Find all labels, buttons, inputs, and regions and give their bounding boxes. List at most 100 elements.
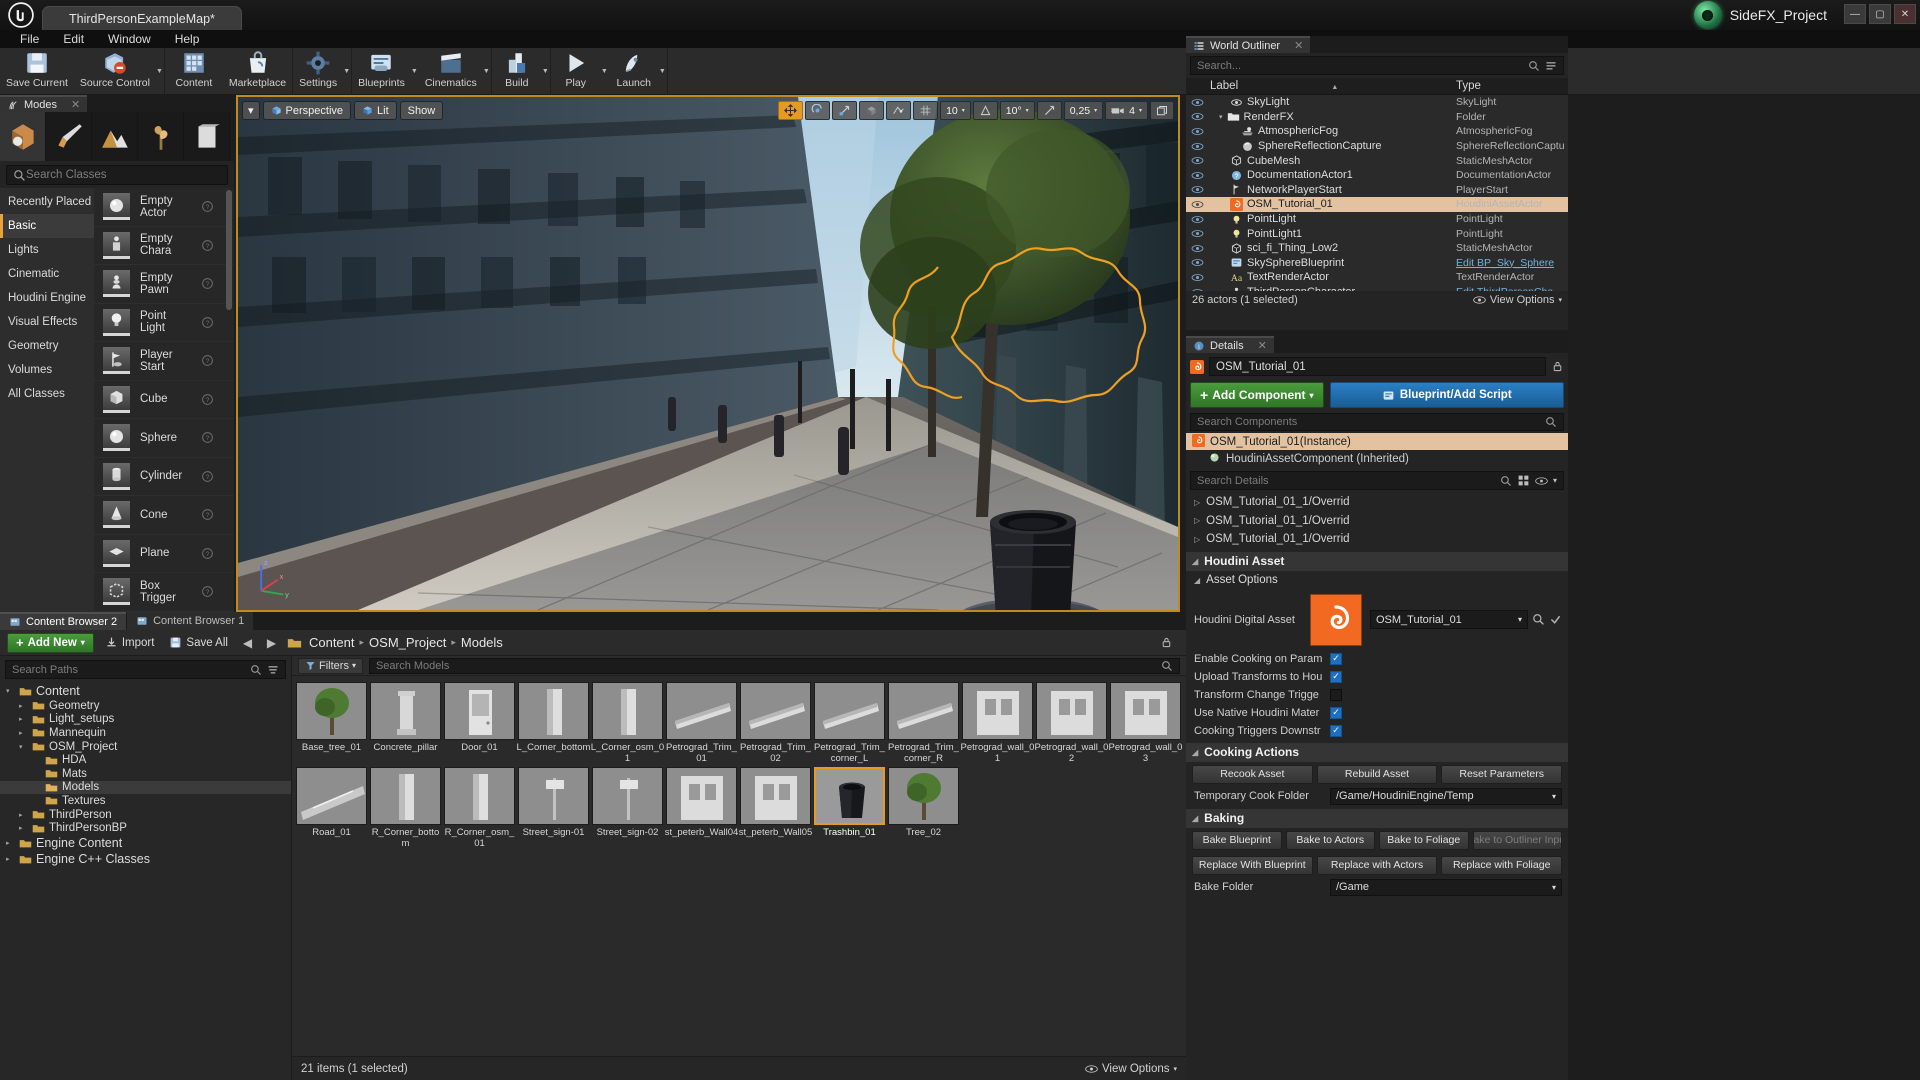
blueprint-add-script-button[interactable]: Blueprint/Add Script: [1329, 382, 1564, 408]
placeable-item[interactable]: Cone?: [94, 496, 234, 535]
add-component-button[interactable]: + Add Component ▾: [1190, 382, 1324, 408]
cooking-actions-section-header[interactable]: ◢ Cooking Actions: [1186, 742, 1568, 762]
save-all-button[interactable]: Save All: [165, 636, 232, 649]
outliner-search-input[interactable]: [1190, 56, 1564, 75]
modes-category-volumes[interactable]: Volumes: [0, 358, 94, 382]
foliage-mode-icon[interactable]: [138, 112, 184, 161]
help-ic[interactable]: ?: [201, 354, 214, 367]
placeable-item[interactable]: Plane?: [94, 535, 234, 573]
asset-option-checkbox[interactable]: [1330, 688, 1342, 701]
button-bake-to-outliner-input[interactable]: Bake to Outliner Input: [1472, 830, 1562, 850]
lock-icon[interactable]: [1160, 636, 1173, 649]
browse-icon[interactable]: [1532, 613, 1545, 626]
asset-thumbnail[interactable]: [888, 767, 959, 825]
modes-category-basic[interactable]: Basic: [0, 214, 94, 238]
expander-triangle-icon[interactable]: ▷: [1194, 535, 1200, 544]
modes-category-recently-placed[interactable]: Recently Placed: [0, 190, 94, 214]
override-row[interactable]: ▷ OSM_Tutorial_01_1/Overrid: [1186, 530, 1568, 549]
path-filter-icon[interactable]: [267, 664, 279, 676]
viewport-show-menu[interactable]: Show: [399, 101, 444, 120]
help-ic[interactable]: ?: [201, 200, 214, 213]
rotate-gizmo-icon[interactable]: [805, 101, 831, 120]
asset-cell[interactable]: Door_01: [444, 682, 515, 764]
geometry-edit-mode-icon[interactable]: [184, 112, 230, 161]
help-ic[interactable]: ?: [201, 316, 214, 329]
asset-cell[interactable]: Base_tree_01: [296, 682, 367, 764]
search-assets-field[interactable]: [375, 659, 1161, 672]
paint-mode-icon[interactable]: [46, 112, 92, 161]
eye-icon[interactable]: [1186, 111, 1208, 122]
expander-triangle-icon[interactable]: ▾: [19, 743, 28, 751]
hda-combo-box[interactable]: OSM_Tutorial_01 ▾: [1370, 610, 1528, 629]
asset-cell[interactable]: Trashbin_01: [814, 767, 885, 849]
outliner-search-field[interactable]: [1197, 59, 1528, 72]
world-space-icon[interactable]: [859, 101, 885, 120]
menu-item-window[interactable]: Window: [96, 30, 163, 48]
placeable-scrollbar[interactable]: [226, 190, 232, 310]
chevron-down-icon[interactable]: ▼: [156, 68, 163, 75]
asset-cell[interactable]: Road_01: [296, 767, 367, 849]
camera-speed-value[interactable]: 4 ▾: [1105, 101, 1148, 120]
placeable-item[interactable]: Empty Chara?: [94, 227, 234, 265]
chevron-down-icon[interactable]: ▼: [659, 68, 666, 75]
toolbar-button-content[interactable]: Content: [165, 48, 223, 95]
asset-cell[interactable]: Petrograd_Trim_corner_L: [814, 682, 885, 764]
nav-back-button[interactable]: ◀: [239, 634, 256, 651]
help-ic[interactable]: ?: [201, 585, 214, 598]
baking-section-header[interactable]: ◢ Baking: [1186, 808, 1568, 828]
asset-cell[interactable]: Petrograd_Trim_01: [666, 682, 737, 764]
asset-option-checkbox[interactable]: [1330, 652, 1342, 665]
asset-cell[interactable]: Petrograd_wall_01: [961, 682, 1034, 764]
outliner-row-type[interactable]: Edit BP_Sky_Sphere: [1456, 257, 1568, 269]
path-tree-node[interactable]: ▸ Light_setups: [0, 713, 291, 727]
help-ic[interactable]: ?: [201, 547, 214, 560]
close-button[interactable]: ✕: [1894, 4, 1916, 24]
eye-icon[interactable]: [1186, 184, 1208, 195]
surface-snap-icon[interactable]: [886, 101, 912, 120]
path-tree-node[interactable]: Textures: [0, 794, 291, 808]
outliner-row[interactable]: OSM_Tutorial_01 HoudiniAssetActor: [1186, 197, 1568, 212]
chevron-down-icon[interactable]: ▼: [601, 68, 608, 75]
asset-thumbnail[interactable]: [666, 767, 737, 825]
search-classes-field[interactable]: [26, 169, 221, 181]
outliner-view-options[interactable]: View Options ▾: [1473, 294, 1562, 306]
expander-triangle-icon[interactable]: ▸: [6, 855, 15, 863]
placeable-item[interactable]: Cube?: [94, 381, 234, 419]
asset-thumbnail[interactable]: [666, 682, 737, 740]
placeable-item[interactable]: Player Start?: [94, 342, 234, 381]
asset-thumbnail[interactable]: [592, 682, 663, 740]
asset-thumbnail[interactable]: [518, 767, 589, 825]
button-replace-with-blueprint[interactable]: Replace With Blueprint: [1192, 855, 1313, 875]
expander-triangle-icon[interactable]: ▷: [1194, 498, 1200, 507]
asset-cell[interactable]: Petrograd_Trim_corner_R: [888, 682, 959, 764]
expander-triangle-icon[interactable]: ▸: [19, 824, 28, 832]
search-classes-input[interactable]: [6, 165, 228, 185]
path-tree-node[interactable]: ▸ Engine C++ Classes: [0, 851, 291, 867]
tab-world-outliner[interactable]: World Outliner ✕: [1186, 36, 1311, 53]
asset-cell[interactable]: L_Corner_osm_01: [591, 682, 664, 764]
button-recook-asset[interactable]: Recook Asset: [1192, 764, 1313, 784]
level-viewport[interactable]: ▾ Perspective Lit Show 10 ▾ 10° ▾ 0,25 ▾…: [236, 95, 1180, 612]
close-icon[interactable]: ✕: [71, 98, 80, 111]
outliner-row[interactable]: SkySphereBlueprint Edit BP_Sky_Sphere: [1186, 256, 1568, 271]
button-replace-with-actors[interactable]: Replace with Actors: [1316, 855, 1438, 875]
search-assets-input[interactable]: [368, 657, 1180, 674]
outliner-row[interactable]: ? DocumentationActor1 DocumentationActor: [1186, 168, 1568, 183]
breadcrumb-item-content[interactable]: Content: [309, 635, 355, 650]
menu-item-help[interactable]: Help: [163, 30, 212, 48]
rotation-snap-value[interactable]: 10° ▾: [999, 101, 1035, 120]
asset-cell[interactable]: st_peterb_Wall04: [665, 767, 738, 849]
filters-button[interactable]: Filters ▾: [298, 657, 363, 674]
asset-cell[interactable]: Petrograd_wall_02: [1035, 682, 1108, 764]
place-mode-icon[interactable]: [0, 112, 46, 161]
tab-details[interactable]: i Details ✕: [1186, 336, 1274, 353]
placeable-item[interactable]: Empty Pawn?: [94, 265, 234, 304]
path-tree-node[interactable]: ▸ Engine Content: [0, 835, 291, 851]
outliner-row[interactable]: AtmosphericFog AtmosphericFog: [1186, 124, 1568, 139]
component-row[interactable]: HoudiniAssetComponent (Inherited): [1186, 450, 1568, 467]
toolbar-button-build[interactable]: Build ▼: [492, 48, 550, 95]
help-ic[interactable]: ?: [201, 431, 214, 444]
asset-thumbnail[interactable]: [444, 682, 515, 740]
asset-thumbnail[interactable]: [1036, 682, 1107, 740]
search-paths-field[interactable]: [12, 663, 245, 676]
